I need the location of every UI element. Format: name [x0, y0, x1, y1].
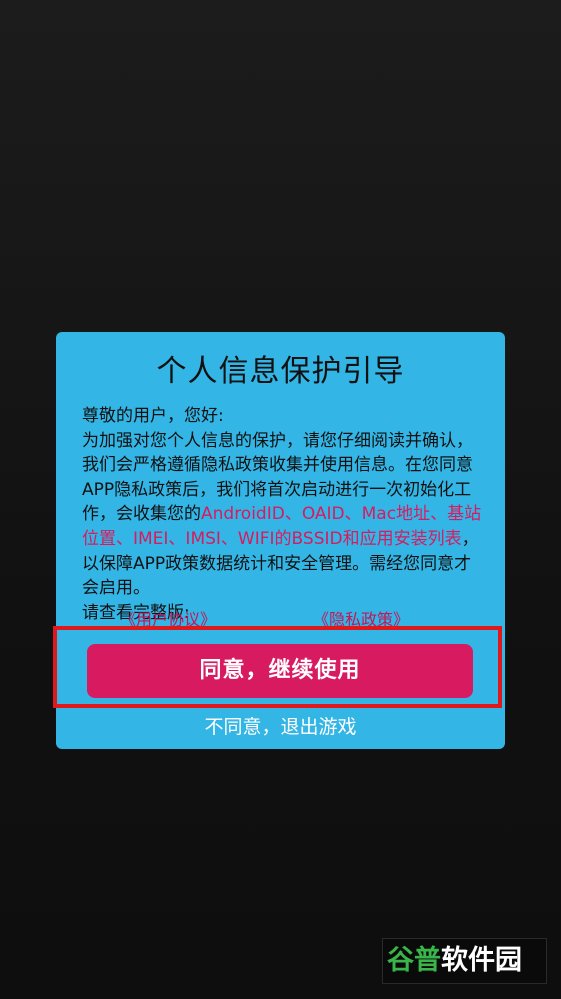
dialog-body: 尊敬的用户，您好: 为加强对您个人信息的保护，请您仔细阅读并确认，我们会严格遵循…: [82, 404, 485, 625]
watermark-logo: 谷普软件园: [382, 938, 547, 984]
decline-exit-button[interactable]: 不同意，退出游戏: [56, 712, 505, 739]
privacy-description: 为加强对您个人信息的保护，请您仔细阅读并确认，我们会严格遵循隐私政策收集并使用信…: [82, 429, 485, 601]
watermark-part2: 软件园: [441, 945, 522, 976]
watermark-part1: 谷普: [387, 945, 441, 976]
agree-continue-button[interactable]: 同意，继续使用: [87, 644, 473, 698]
agreement-links: 《用户协议》 《隐私政策》: [56, 606, 505, 626]
user-agreement-link[interactable]: 《用户协议》: [120, 606, 216, 626]
privacy-policy-link[interactable]: 《隐私政策》: [313, 606, 409, 626]
greeting-text: 尊敬的用户，您好:: [82, 406, 224, 426]
dialog-title: 个人信息保护引导: [156, 354, 405, 389]
